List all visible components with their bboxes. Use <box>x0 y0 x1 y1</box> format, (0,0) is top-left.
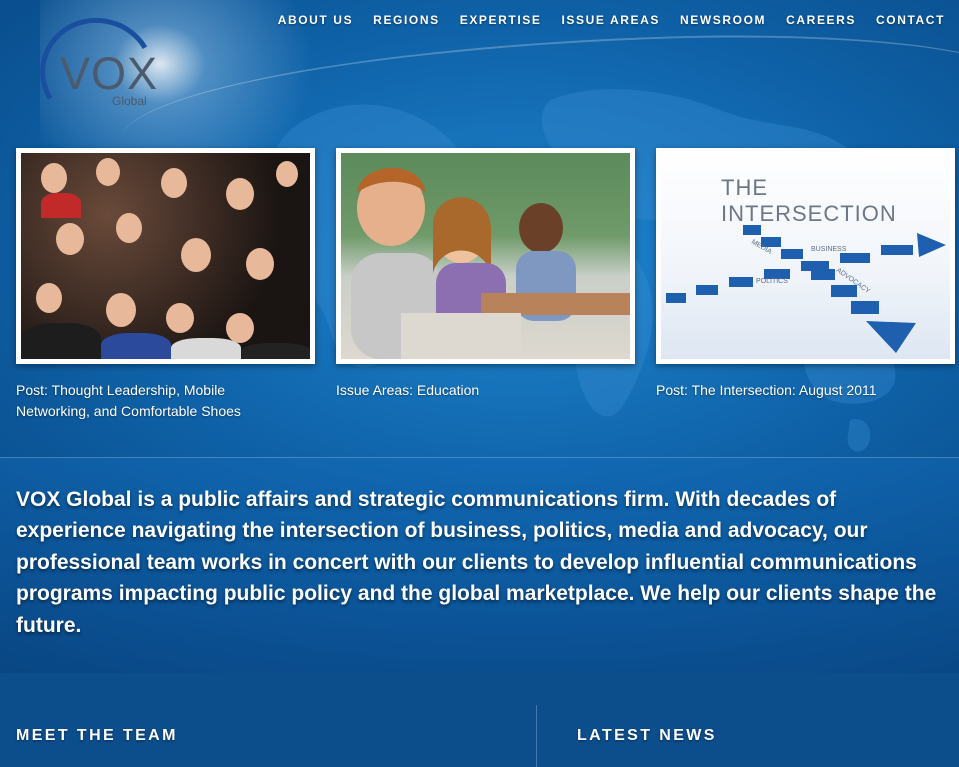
feature-caption-education[interactable]: Issue Areas: Education <box>336 380 616 401</box>
footer-sections <box>0 673 959 767</box>
svg-text:POLITICS: POLITICS <box>756 278 788 285</box>
meet-the-team-heading[interactable]: MEET THE TEAM <box>16 727 178 745</box>
vox-global-logo[interactable]: VOX Global <box>27 4 168 142</box>
nav-contact[interactable]: CONTACT <box>876 13 945 27</box>
logo-wordmark: VOX <box>60 48 159 99</box>
feature-caption-intersection[interactable]: Post: The Intersection: August 2011 <box>656 380 946 401</box>
feature-caption-thought-leadership[interactable]: Post: Thought Leadership, Mobile Network… <box>16 380 296 422</box>
latest-news-heading[interactable]: LATEST NEWS <box>577 727 717 745</box>
mission-statement: VOX Global is a public affairs and strat… <box>16 488 937 637</box>
feature-card-thought-leadership[interactable] <box>16 148 315 364</box>
feature-card-intersection[interactable]: THE INTERSECTION BUSINESS MEDIA POLITICS… <box>656 148 955 364</box>
children-classroom-photo <box>341 153 630 359</box>
nav-about-us[interactable]: ABOUT US <box>278 13 353 27</box>
main-navigation: ABOUT US REGIONS EXPERTISE ISSUE AREAS N… <box>278 13 945 27</box>
feature-card-education[interactable] <box>336 148 635 364</box>
column-divider <box>536 705 537 767</box>
crowd-cheering-photo <box>21 153 310 359</box>
nav-careers[interactable]: CAREERS <box>786 13 856 27</box>
intersection-arrows-graphic: THE INTERSECTION BUSINESS MEDIA POLITICS… <box>661 153 950 359</box>
logo-subtitle: Global <box>112 94 147 108</box>
nav-expertise[interactable]: EXPERTISE <box>460 13 542 27</box>
nav-issue-areas[interactable]: ISSUE AREAS <box>561 13 660 27</box>
svg-text:BUSINESS: BUSINESS <box>811 246 847 253</box>
nav-regions[interactable]: REGIONS <box>373 13 440 27</box>
nav-newsroom[interactable]: NEWSROOM <box>680 13 766 27</box>
